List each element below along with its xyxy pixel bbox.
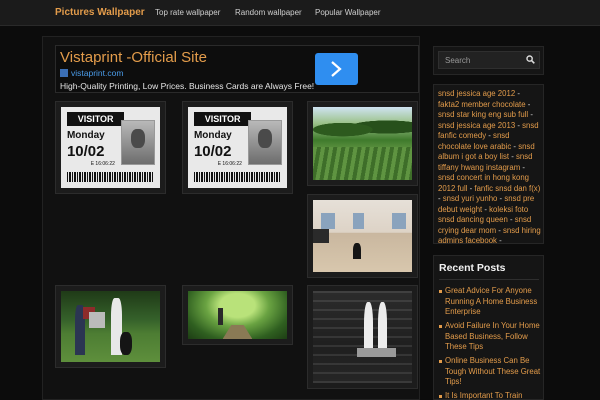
- tag-list: snsd jessica age 2012 - fakta2 member ch…: [438, 89, 542, 247]
- ad-url-row[interactable]: vistaprint.com: [60, 68, 123, 78]
- thumbnail-image: [313, 291, 412, 383]
- nav-link-top-rate[interactable]: Top rate wallpaper: [155, 8, 220, 17]
- chimney-right: [378, 302, 388, 354]
- nav-link-popular[interactable]: Popular Wallpaper: [315, 8, 381, 17]
- tag-link[interactable]: snsd star king eng sub full: [438, 110, 528, 119]
- thumbnail-vineyard[interactable]: [307, 101, 418, 186]
- sponsored-ad[interactable]: Vistaprint -Official Site vistaprint.com…: [55, 45, 419, 93]
- cart: [88, 312, 105, 328]
- favicon-icon: [60, 69, 68, 77]
- tag-separator: -: [525, 99, 531, 109]
- path: [222, 324, 253, 339]
- window-center: [352, 212, 365, 229]
- thumbnail-chimneys[interactable]: [307, 285, 418, 389]
- recent-post-link[interactable]: Avoid Failure In Your Home Based Busines…: [439, 321, 543, 353]
- recent-posts-heading: Recent Posts: [439, 262, 506, 274]
- tag-separator: -: [496, 236, 502, 245]
- dog: [120, 332, 133, 355]
- search-input[interactable]: [438, 51, 540, 69]
- tag-separator: -: [528, 110, 533, 119]
- nav-link-random[interactable]: Random wallpaper: [235, 8, 302, 17]
- badge-time: E 16:06:22: [217, 161, 242, 168]
- tag-separator: -: [496, 225, 503, 235]
- thumbnail-image: [188, 291, 287, 339]
- badge-photo: [121, 119, 156, 165]
- ad-url[interactable]: vistaprint.com: [71, 68, 123, 78]
- trees: [313, 114, 412, 140]
- thumbnail-image: [313, 107, 412, 180]
- dog: [352, 243, 361, 260]
- recent-post-link[interactable]: It Is Important To Train: [439, 391, 543, 400]
- tag-separator: -: [486, 131, 494, 140]
- thumbnail-visitor-badge-2[interactable]: VISITOR Monday 10/02 E 16:06:22: [182, 101, 293, 194]
- tag-link[interactable]: fanfic snsd dan f(x): [474, 184, 540, 193]
- tag-link[interactable]: snsd jessica age 2013: [438, 121, 515, 130]
- thumbnail-man-with-dog[interactable]: [55, 285, 166, 368]
- ad-description: High-Quality Printing, Low Prices. Busin…: [60, 81, 315, 91]
- thumbnail-visitor-badge-1[interactable]: VISITOR Monday 10/02 E 16:06:22: [55, 101, 166, 194]
- chevron-right-icon: [331, 61, 342, 77]
- tag-separator: -: [515, 89, 520, 98]
- tag-separator: -: [507, 215, 515, 224]
- tag-separator: -: [520, 162, 525, 172]
- top-navbar: Pictures Wallpaper Top rate wallpaper Ra…: [0, 0, 600, 26]
- badge-date: 10/02: [66, 142, 105, 160]
- ledge: [356, 348, 397, 358]
- divider: [439, 279, 539, 280]
- ad-title[interactable]: Vistaprint -Official Site: [60, 49, 207, 66]
- barcode-icon: [193, 171, 282, 182]
- thumbnail-image: [313, 200, 412, 272]
- badge-photo: [248, 119, 283, 165]
- badge-day: Monday: [193, 129, 232, 141]
- badge-header: VISITOR: [193, 111, 252, 127]
- person: [217, 307, 223, 325]
- chimney-left: [364, 302, 374, 354]
- thumbnail-indoor-dog[interactable]: [307, 194, 418, 278]
- recent-post-link[interactable]: Great Advice For Anyone Running A Home B…: [439, 286, 543, 318]
- tag-link[interactable]: snsd jessica age 2012: [438, 89, 515, 98]
- ad-cta-button[interactable]: [315, 53, 358, 85]
- thumbnail-image: [61, 291, 160, 362]
- tag-separator: -: [509, 152, 517, 161]
- tag-link[interactable]: fakta2 member chocolate: [438, 100, 526, 109]
- vine-rows: [313, 147, 412, 180]
- table: [313, 228, 329, 244]
- window-right: [392, 212, 407, 229]
- badge-date: 10/02: [193, 142, 232, 160]
- thumbnail-forest-path[interactable]: [182, 285, 293, 345]
- recent-post-link[interactable]: Online Business Can Be Tough Without The…: [439, 356, 543, 388]
- badge-header: VISITOR: [66, 111, 125, 127]
- barcode-icon: [66, 171, 155, 182]
- badge-time: E 16:06:22: [90, 161, 115, 168]
- search-icon[interactable]: [526, 55, 535, 64]
- site-brand[interactable]: Pictures Wallpaper: [55, 7, 145, 18]
- brick-wall: [313, 291, 412, 383]
- tag-link[interactable]: snsd yuri yunho: [443, 194, 498, 203]
- window-left: [320, 212, 335, 229]
- thumbnail-image: VISITOR Monday 10/02 E 16:06:22: [188, 107, 287, 188]
- thumbnail-image: VISITOR Monday 10/02 E 16:06:22: [61, 107, 160, 188]
- badge-day: Monday: [66, 129, 105, 141]
